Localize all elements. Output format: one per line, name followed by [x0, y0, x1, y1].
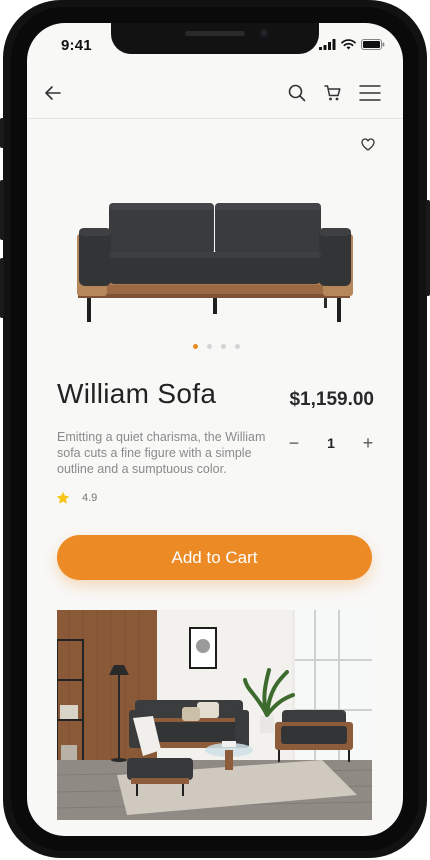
pagination-dot[interactable] [207, 344, 212, 349]
rating-value: 4.9 [82, 492, 98, 504]
status-time: 9:41 [61, 37, 92, 54]
menu-button[interactable] [358, 79, 382, 107]
product-image[interactable] [75, 198, 355, 328]
favorite-button[interactable] [359, 135, 377, 153]
volume-up-button [0, 180, 4, 240]
front-camera [259, 28, 269, 38]
status-icons [319, 39, 385, 50]
add-to-cart-button[interactable]: Add to Cart [57, 535, 372, 580]
battery-icon [361, 39, 385, 50]
cart-button[interactable] [319, 79, 347, 107]
cart-icon [324, 85, 341, 101]
quantity-stepper: − 1 + [285, 433, 377, 453]
silent-switch [0, 118, 4, 148]
quantity-value: 1 [327, 435, 335, 451]
speaker [185, 31, 245, 36]
star-icon [56, 491, 70, 504]
product-price: $1,159.00 [289, 389, 374, 410]
signal-icon [319, 39, 336, 50]
decrement-button[interactable]: − [285, 433, 303, 454]
product-description: Emitting a quiet charisma, the William s… [57, 430, 266, 476]
room-lifestyle-image[interactable] [57, 610, 372, 820]
search-button[interactable] [283, 79, 311, 107]
pagination-dot-active[interactable] [193, 344, 198, 349]
increment-button[interactable]: + [359, 433, 377, 454]
sofa-illustration [77, 203, 353, 322]
image-pagination [193, 344, 240, 349]
top-navigation [27, 79, 403, 119]
back-button[interactable] [39, 79, 67, 107]
pagination-dot[interactable] [235, 344, 240, 349]
heart-icon [361, 137, 375, 151]
volume-down-button [0, 258, 4, 318]
room-scene-illustration [57, 610, 372, 820]
screen: 9:41 William Sofa $1,159.00 Emitting a q… [27, 23, 403, 836]
pagination-dot[interactable] [221, 344, 226, 349]
hamburger-menu-icon [359, 85, 381, 101]
wifi-icon [341, 39, 356, 50]
arrow-left-icon [45, 86, 61, 100]
nav-divider [27, 118, 403, 119]
search-icon [288, 84, 306, 102]
product-title: William Sofa [57, 378, 217, 409]
rating: 4.9 [56, 491, 97, 505]
power-button [426, 200, 430, 296]
notch [111, 23, 319, 54]
